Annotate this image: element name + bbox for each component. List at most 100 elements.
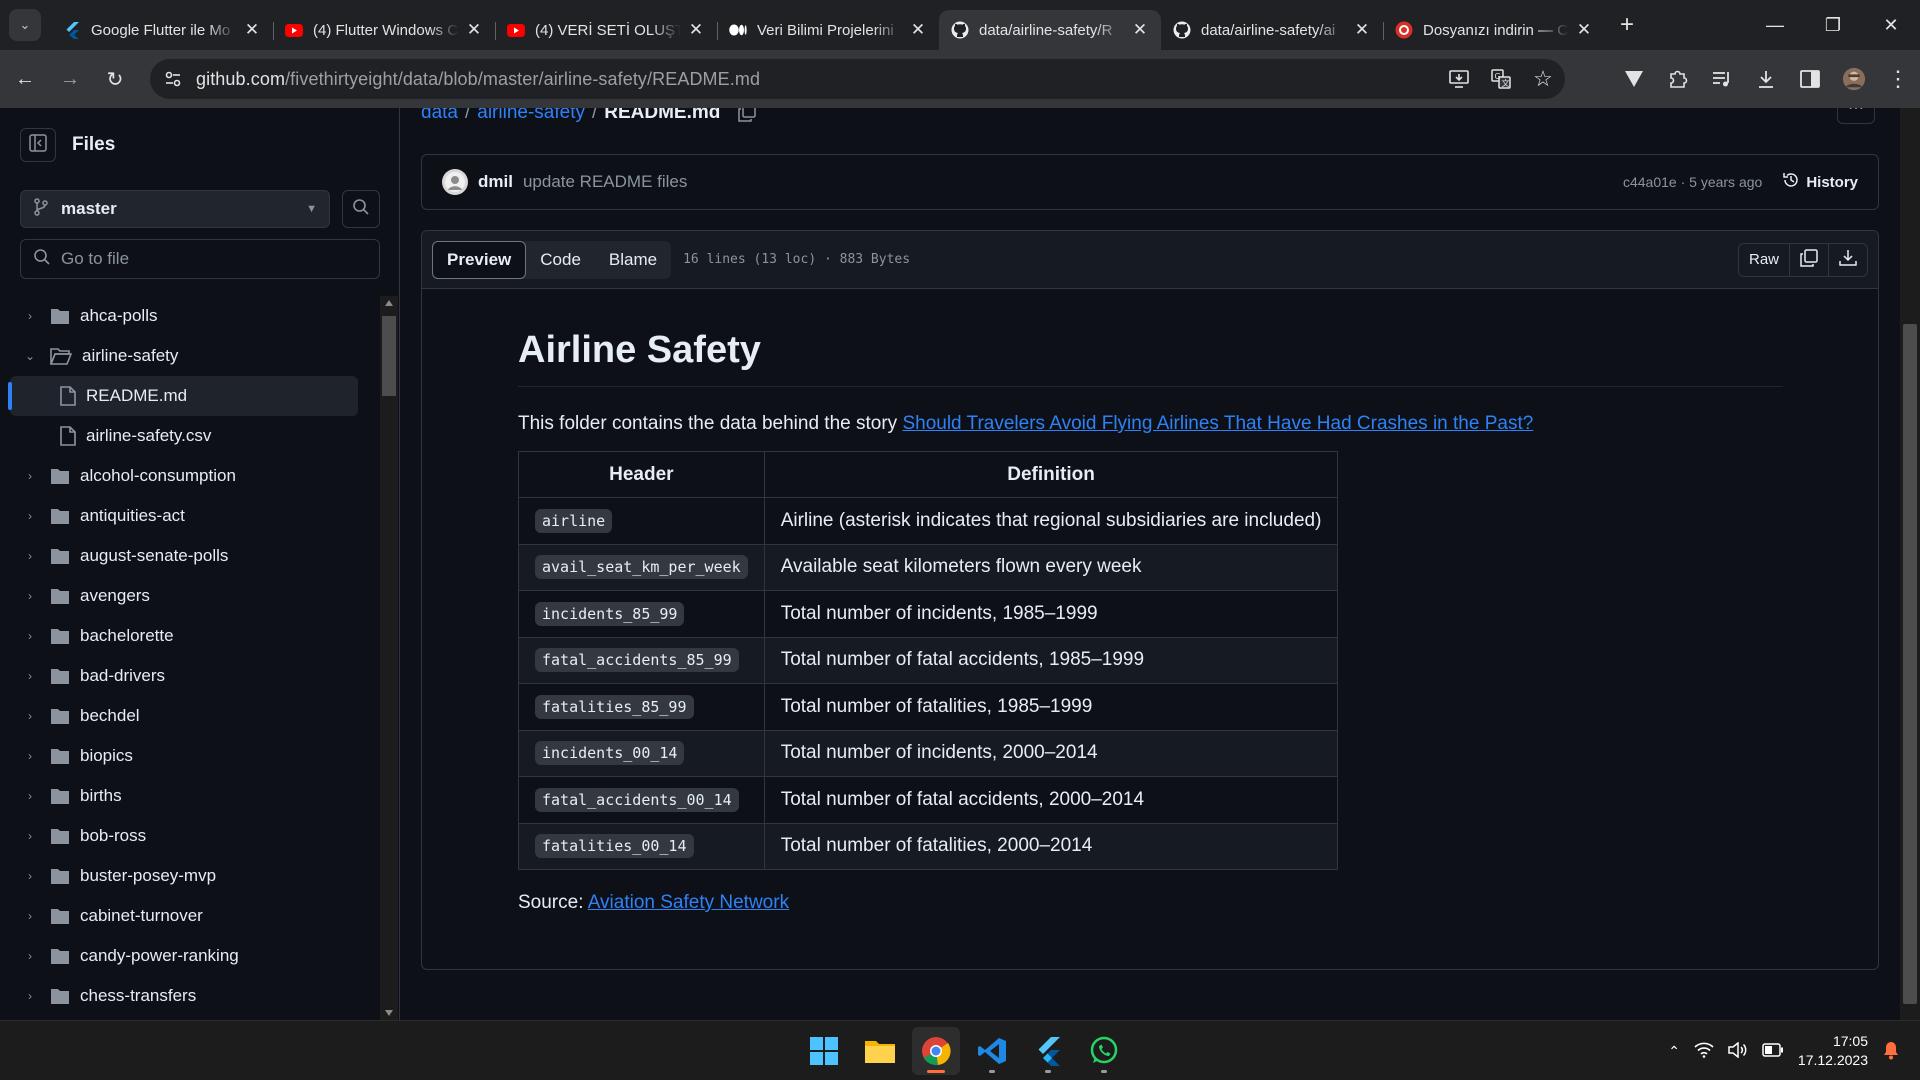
close-tab-icon[interactable]: ✕ <box>1575 20 1593 40</box>
tree-folder-item[interactable]: › buster-posey-mvp <box>0 856 380 896</box>
minimize-button[interactable]: — <box>1746 0 1804 50</box>
tree-folder-item[interactable]: › antiquities-act <box>0 496 380 536</box>
tree-folder-item[interactable]: › bachelorette <box>0 616 380 656</box>
search-files-button[interactable] <box>342 190 380 228</box>
clock[interactable]: 17:05 17.12.2023 <box>1798 1032 1868 1070</box>
chevron-right-icon[interactable]: › <box>20 309 40 323</box>
tab-blame[interactable]: Blame <box>595 241 671 279</box>
bookmark-star-icon[interactable]: ☆ <box>1531 66 1555 91</box>
tab-code[interactable]: Code <box>526 241 595 279</box>
tree-file-item[interactable]: README.md <box>8 376 358 416</box>
tree-folder-item[interactable]: › cabinet-turnover <box>0 896 380 936</box>
breadcrumb-root-link[interactable]: data <box>421 108 458 124</box>
profile-avatar-icon[interactable] <box>1842 67 1866 91</box>
tree-folder-item[interactable]: › bob-ross <box>0 816 380 856</box>
scroll-up-arrow[interactable] <box>385 300 393 306</box>
browser-tab[interactable]: (4) VERİ SETİ OLUŞTU ✕ <box>495 10 717 50</box>
browser-menu-icon[interactable]: ⋮ <box>1886 66 1910 91</box>
side-panel-icon[interactable] <box>1798 67 1822 91</box>
tree-folder-item[interactable]: › august-senate-polls <box>0 536 380 576</box>
chevron-right-icon[interactable]: › <box>20 749 40 763</box>
browser-tab[interactable]: data/airline-safety/R ✕ <box>939 10 1161 50</box>
browser-tab[interactable]: data/airline-safety/ai ✕ <box>1161 10 1383 50</box>
close-tab-icon[interactable]: ✕ <box>1353 20 1371 40</box>
browser-tab[interactable]: Veri Bilimi Projelerini ✕ <box>717 10 939 50</box>
author-avatar[interactable] <box>442 169 468 195</box>
commit-author[interactable]: dmil <box>478 172 513 192</box>
tree-folder-item[interactable]: ⌄ airline-safety <box>0 336 380 376</box>
chevron-right-icon[interactable]: › <box>20 549 40 563</box>
site-settings-icon[interactable] <box>158 70 188 88</box>
branch-selector[interactable]: master ▼ <box>20 190 330 228</box>
extension-v-icon[interactable] <box>1622 67 1646 91</box>
scrollbar-thumb[interactable] <box>382 316 396 396</box>
chevron-right-icon[interactable]: › <box>20 709 40 723</box>
tree-folder-item[interactable]: › chess-transfers <box>0 976 380 1016</box>
restore-button[interactable]: ❐ <box>1804 0 1862 50</box>
go-to-file-input[interactable]: Go to file <box>20 239 380 279</box>
close-tab-icon[interactable]: ✕ <box>687 20 705 40</box>
windows-start-icon[interactable] <box>800 1027 848 1075</box>
tree-folder-item[interactable]: › bad-drivers <box>0 656 380 696</box>
tree-folder-item[interactable]: › biopics <box>0 736 380 776</box>
more-options-button[interactable]: ⋯ <box>1837 108 1875 124</box>
history-button[interactable]: History <box>1782 171 1858 193</box>
forward-button[interactable]: → <box>50 59 90 99</box>
browser-tab[interactable]: Dosyanızı indirin — C ✕ <box>1383 10 1605 50</box>
tree-folder-item[interactable]: › avengers <box>0 576 380 616</box>
file-explorer-icon[interactable] <box>856 1027 904 1075</box>
chevron-right-icon[interactable]: › <box>20 829 40 843</box>
install-app-icon[interactable] <box>1447 67 1471 91</box>
browser-tab[interactable]: Google Flutter ile Mo ✕ <box>51 10 273 50</box>
chevron-right-icon[interactable]: › <box>20 469 40 483</box>
translate-icon[interactable]: G文 <box>1489 67 1513 91</box>
reload-button[interactable]: ↻ <box>95 59 135 99</box>
collapse-sidebar-button[interactable] <box>20 128 56 162</box>
whatsapp-icon[interactable] <box>1080 1027 1128 1075</box>
scroll-down-arrow[interactable] <box>385 1010 393 1016</box>
sidebar-scrollbar[interactable] <box>380 296 398 1020</box>
chevron-right-icon[interactable]: › <box>20 869 40 883</box>
chevron-right-icon[interactable]: › <box>20 669 40 683</box>
battery-icon[interactable] <box>1762 1042 1784 1060</box>
close-tab-icon[interactable]: ✕ <box>465 20 483 40</box>
close-window-button[interactable]: ✕ <box>1862 0 1920 50</box>
tree-folder-item[interactable]: › ahca-polls <box>0 296 380 336</box>
commit-message[interactable]: update README files <box>523 172 687 192</box>
close-tab-icon[interactable]: ✕ <box>909 20 927 40</box>
new-tab-button[interactable]: + <box>1609 7 1645 43</box>
tree-folder-item[interactable]: › bechdel <box>0 696 380 736</box>
tree-file-item[interactable]: airline-safety.csv <box>0 416 380 456</box>
tree-folder-item[interactable]: › alcohol-consumption <box>0 456 380 496</box>
chevron-down-icon[interactable]: ⌄ <box>20 349 40 363</box>
chevron-right-icon[interactable]: › <box>20 509 40 523</box>
volume-icon[interactable] <box>1728 1040 1748 1061</box>
back-button[interactable]: ← <box>5 59 45 99</box>
tab-search-menu-button[interactable]: ⌄ <box>9 9 41 41</box>
address-bar[interactable]: github.com/fivethirtyeight/data/blob/mas… <box>150 59 1565 99</box>
chevron-right-icon[interactable]: › <box>20 989 40 1003</box>
commit-meta[interactable]: c44a01e · 5 years ago <box>1623 174 1762 190</box>
wifi-icon[interactable] <box>1694 1042 1714 1061</box>
tree-folder-item[interactable]: › births <box>0 776 380 816</box>
vscode-icon[interactable] <box>968 1027 1016 1075</box>
media-control-icon[interactable] <box>1710 67 1734 91</box>
copy-raw-button[interactable] <box>1790 243 1829 276</box>
notification-bell-icon[interactable] <box>1882 1040 1900 1063</box>
close-tab-icon[interactable]: ✕ <box>1131 20 1149 40</box>
raw-button[interactable]: Raw <box>1739 243 1790 276</box>
chrome-icon[interactable] <box>912 1027 960 1075</box>
page-scrollbar-thumb[interactable] <box>1903 324 1917 1004</box>
copy-path-icon[interactable] <box>738 108 757 122</box>
chevron-right-icon[interactable]: › <box>20 589 40 603</box>
breadcrumb-folder-link[interactable]: airline-safety <box>477 108 585 124</box>
chevron-right-icon[interactable]: › <box>20 629 40 643</box>
download-raw-button[interactable] <box>1829 244 1867 276</box>
story-link[interactable]: Should Travelers Avoid Flying Airlines T… <box>902 413 1533 434</box>
extensions-puzzle-icon[interactable] <box>1666 67 1690 91</box>
show-hidden-icons-icon[interactable]: ⌃ <box>1668 1043 1680 1060</box>
page-scrollbar[interactable] <box>1900 108 1920 1020</box>
downloads-icon[interactable] <box>1754 67 1778 91</box>
chevron-right-icon[interactable]: › <box>20 949 40 963</box>
chevron-right-icon[interactable]: › <box>20 789 40 803</box>
